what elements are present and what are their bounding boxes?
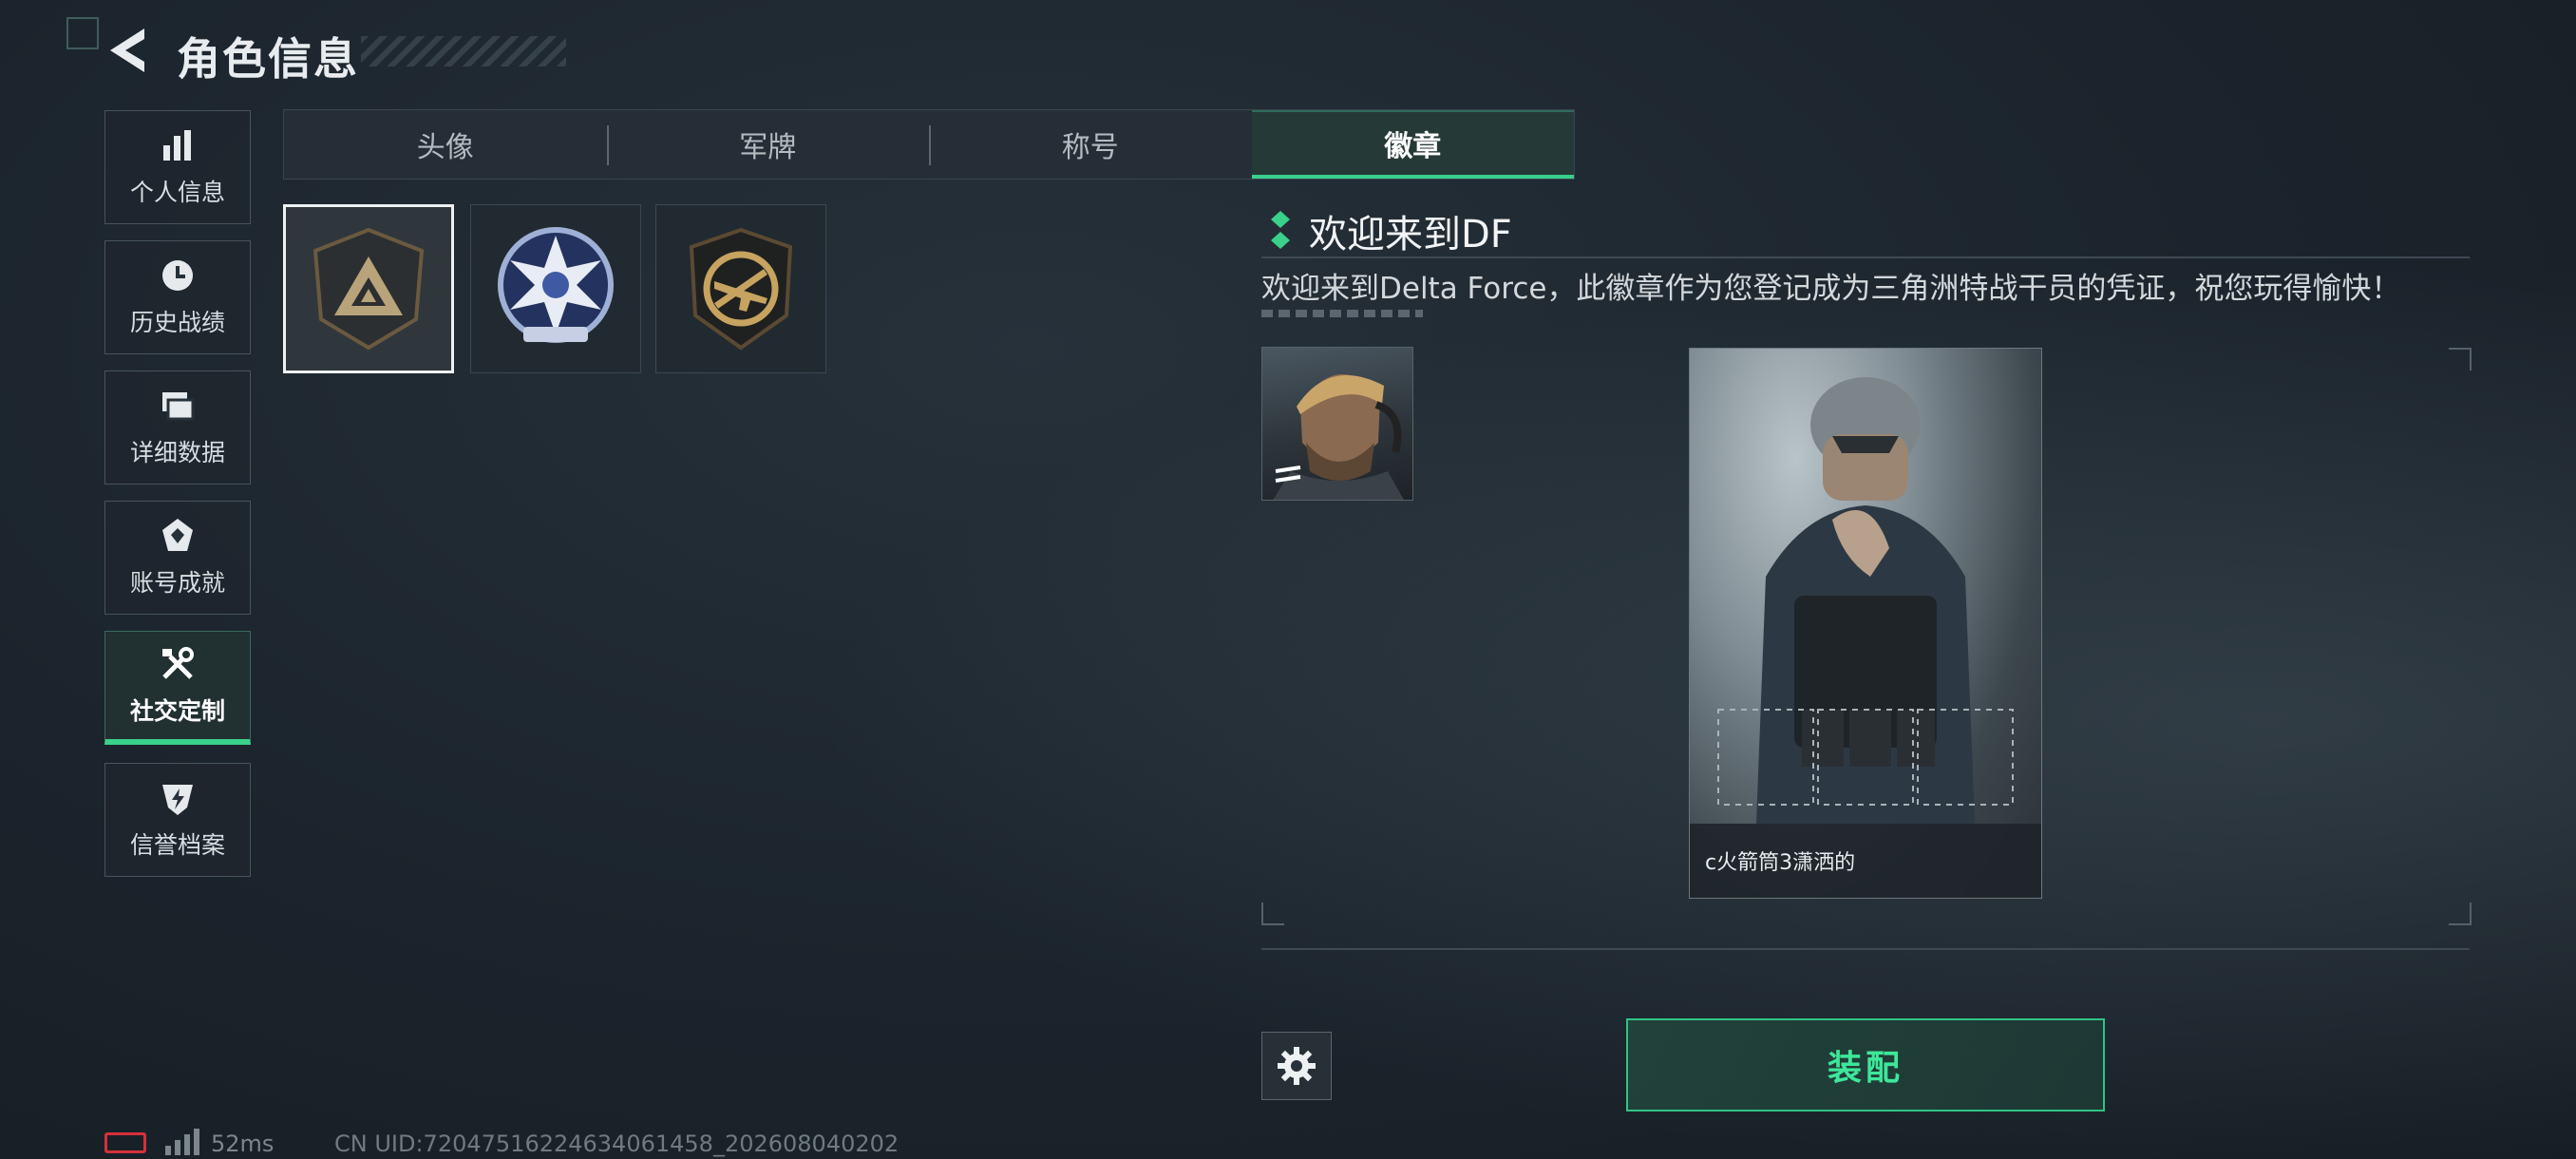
- divider: [1261, 948, 2470, 950]
- badge-item[interactable]: [283, 204, 454, 373]
- rifle-prohibited-badge-icon: [689, 227, 793, 351]
- blue-star-badge-icon: [498, 227, 614, 343]
- operator-figure-icon: [1717, 377, 2014, 824]
- equip-button[interactable]: 装配: [1626, 1018, 2105, 1112]
- tab-bar: 头像 军牌 称号 徽章: [283, 109, 1575, 180]
- operator-card[interactable]: c火箭筒3潇洒的: [1689, 348, 2042, 899]
- frame-corner: [2449, 348, 2472, 370]
- badge-description: 欢迎来到Delta Force，此徽章作为您登记成为三角洲特战干员的凭证，祝您玩…: [1261, 272, 2401, 306]
- back-arrow-icon: [110, 28, 144, 72]
- sidebar-item-personal-info[interactable]: 个人信息: [104, 110, 251, 224]
- delta-triangle-badge-icon: [313, 227, 425, 351]
- sidebar-item-social-custom[interactable]: 社交定制: [104, 631, 251, 745]
- title-decoration: [361, 36, 566, 66]
- clock-icon: [162, 260, 193, 291]
- signal-icon: [165, 1129, 199, 1155]
- battery-icon: [104, 1132, 146, 1153]
- tab-avatar[interactable]: 头像: [284, 110, 607, 179]
- badge-title: 欢迎来到DF: [1309, 213, 1512, 256]
- sidebar-item-label: 账号成就: [129, 569, 225, 597]
- ping-readout: 52ms: [211, 1130, 275, 1157]
- operator-portrait-icon: [1273, 373, 1404, 500]
- folders-icon: [162, 392, 195, 421]
- tab-dogtag[interactable]: 军牌: [606, 110, 930, 179]
- card-caption: c火箭筒3潇洒的: [1690, 824, 2041, 898]
- corner-mark: [66, 17, 99, 49]
- back-button[interactable]: [104, 25, 152, 76]
- tools-icon: [162, 646, 194, 679]
- user-uid: CN UID:720475162246340614​58_20260804020…: [334, 1130, 900, 1157]
- sidebar-item-label: 信誉档案: [129, 831, 225, 859]
- sidebar-item-label: 详细数据: [129, 439, 225, 466]
- diamond-marker-icon: [1271, 211, 1290, 249]
- sidebar-item-label: 历史战绩: [129, 309, 225, 336]
- tab-badge[interactable]: 徽章: [1251, 110, 1574, 179]
- shield-bolt-icon: [162, 785, 193, 815]
- settings-button[interactable]: [1261, 1032, 1332, 1100]
- medal-icon: [162, 519, 193, 551]
- sidebar-item-reputation[interactable]: 信誉档案: [104, 763, 251, 877]
- sidebar-item-history[interactable]: 历史战绩: [104, 240, 251, 354]
- sidebar-item-detailed-data[interactable]: 详细数据: [104, 370, 251, 484]
- subtitle-decoration: [1261, 310, 1423, 317]
- gear-icon: [1278, 1047, 1316, 1085]
- tab-title[interactable]: 称号: [929, 110, 1252, 179]
- divider: [1261, 256, 2470, 258]
- page-title: 角色信息: [177, 33, 359, 85]
- frame-corner: [1261, 902, 1284, 925]
- sidebar-item-label: 个人信息: [129, 179, 225, 206]
- badge-item[interactable]: [470, 204, 641, 373]
- sidebar-item-achievements[interactable]: 账号成就: [104, 501, 251, 615]
- operator-avatar[interactable]: [1261, 347, 1413, 501]
- badge-item[interactable]: [655, 204, 826, 373]
- frame-corner: [2449, 902, 2472, 925]
- bar-chart-icon: [163, 130, 191, 161]
- sidebar-item-label: 社交定制: [129, 696, 225, 725]
